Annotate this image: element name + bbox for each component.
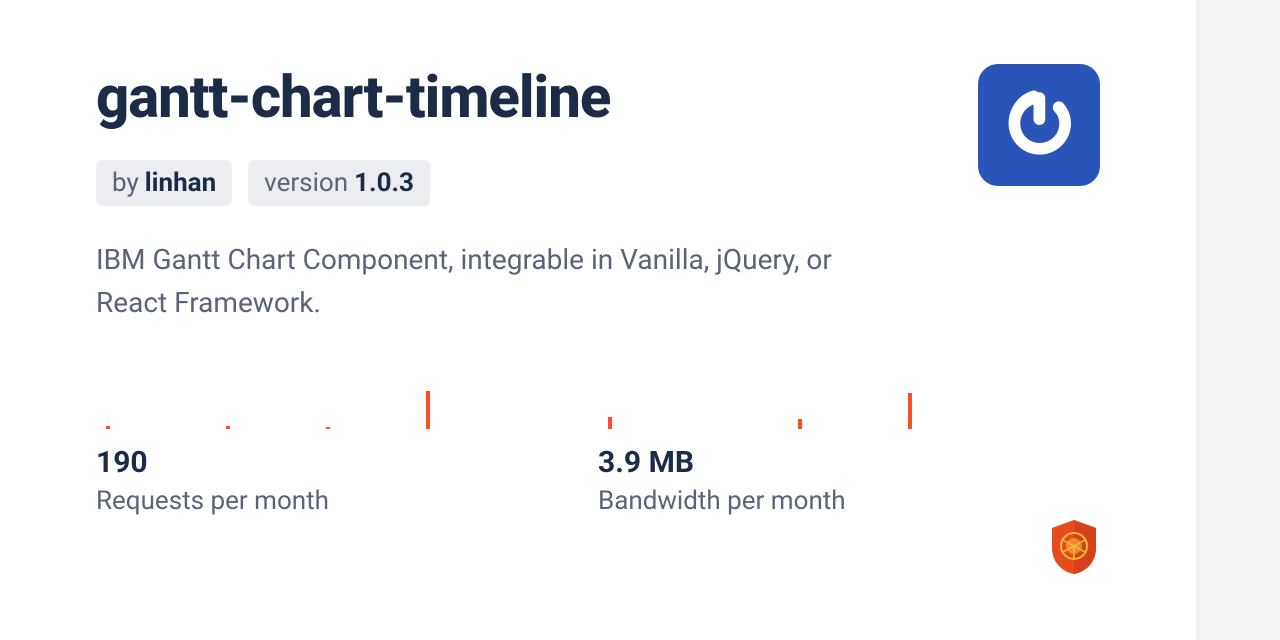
package-logo	[978, 64, 1100, 186]
spark-bar	[426, 391, 430, 429]
author-badge[interactable]: by linhan	[96, 160, 232, 206]
author-name: linhan	[145, 168, 216, 198]
spark-bar	[326, 427, 330, 429]
gravatar-icon	[1000, 86, 1078, 164]
spark-bar	[798, 419, 802, 429]
bandwidth-sparkline	[598, 373, 1100, 429]
package-card: gantt-chart-timeline by linhan version 1…	[0, 0, 1196, 640]
title-block: gantt-chart-timeline by linhan version 1…	[96, 64, 954, 373]
header-row: gantt-chart-timeline by linhan version 1…	[96, 64, 1100, 373]
bandwidth-stat: 3.9 MB Bandwidth per month	[598, 373, 1100, 516]
package-title: gantt-chart-timeline	[96, 64, 954, 132]
requests-sparkline	[96, 373, 598, 429]
author-prefix: by	[112, 168, 139, 198]
sidebar-strip	[1196, 0, 1280, 640]
version-prefix: version	[264, 168, 348, 198]
requests-value: 190	[96, 445, 598, 480]
requests-stat: 190 Requests per month	[96, 373, 598, 516]
bandwidth-value: 3.9 MB	[598, 445, 1100, 480]
requests-label: Requests per month	[96, 486, 598, 516]
badges-row: by linhan version 1.0.3	[96, 160, 954, 206]
bandwidth-label: Bandwidth per month	[598, 486, 1100, 516]
spark-bar	[608, 417, 612, 429]
cdn-shield-icon[interactable]	[1048, 518, 1100, 576]
spark-bar	[226, 426, 230, 429]
stats-row: 190 Requests per month 3.9 MB Bandwidth …	[96, 373, 1100, 516]
spark-bar	[106, 426, 110, 429]
package-description: IBM Gantt Chart Component, integrable in…	[96, 238, 856, 325]
spark-bar	[908, 393, 912, 429]
version-number: 1.0.3	[354, 168, 414, 198]
version-badge[interactable]: version 1.0.3	[248, 160, 430, 206]
